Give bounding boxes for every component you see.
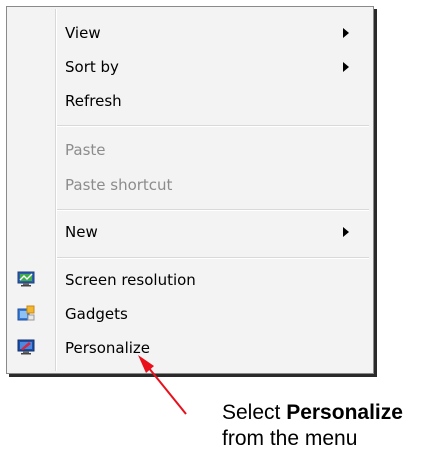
callout-bold: Personalize [286, 401, 403, 424]
callout-text: Select Personalize from the menu [222, 400, 403, 452]
callout-arrow-line [143, 361, 187, 415]
callout-line-2: from the menu [222, 427, 358, 450]
callout-prefix: Select [222, 401, 287, 424]
callout-line-1: Select Personalize [222, 400, 403, 426]
